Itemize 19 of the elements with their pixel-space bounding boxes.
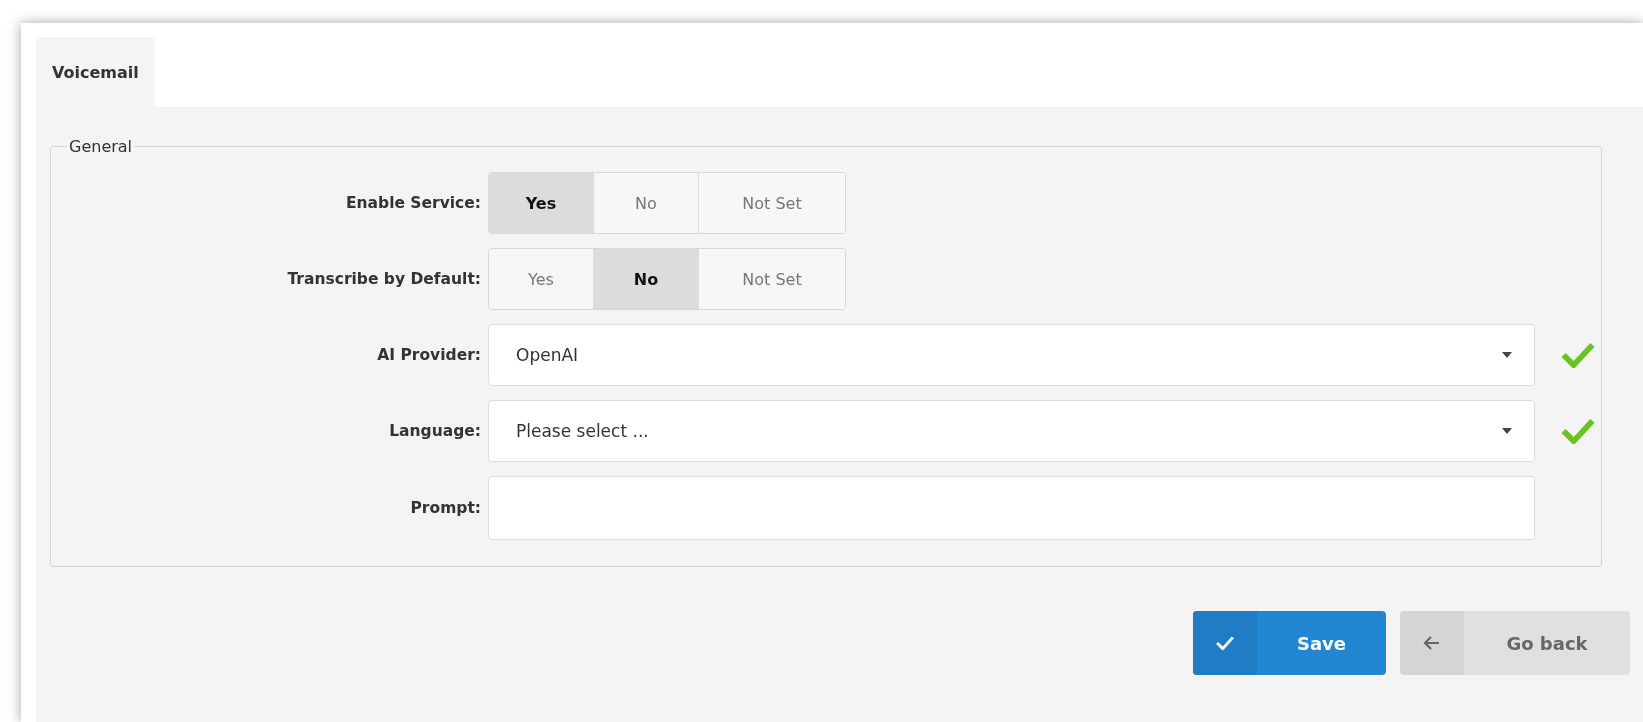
toggle-option[interactable]: Yes (489, 249, 594, 309)
arrow-left-icon (1423, 636, 1441, 650)
go-back-button[interactable]: Go back (1400, 611, 1630, 675)
prompt-input[interactable] (488, 476, 1535, 540)
toggle-option[interactable]: No (594, 249, 699, 309)
voicemail-tab[interactable]: Voicemail (36, 37, 155, 107)
field-label: Transcribe by Default: (286, 270, 482, 288)
caret-icon (1502, 428, 1512, 434)
caret-icon (1502, 352, 1512, 358)
save-button[interactable]: Save (1193, 611, 1386, 675)
checkmark-icon (1216, 636, 1234, 650)
field-label: Language: (388, 422, 482, 440)
fieldset-legend: General (67, 137, 135, 156)
field-label: Enable Service: (344, 194, 482, 212)
field-label: Prompt: (409, 499, 482, 517)
toggle-option[interactable]: Yes (489, 173, 594, 233)
select-field[interactable]: Please select ... (488, 400, 1535, 462)
select-field[interactable]: OpenAI (488, 324, 1535, 386)
field-label: AI Provider: (376, 346, 482, 364)
